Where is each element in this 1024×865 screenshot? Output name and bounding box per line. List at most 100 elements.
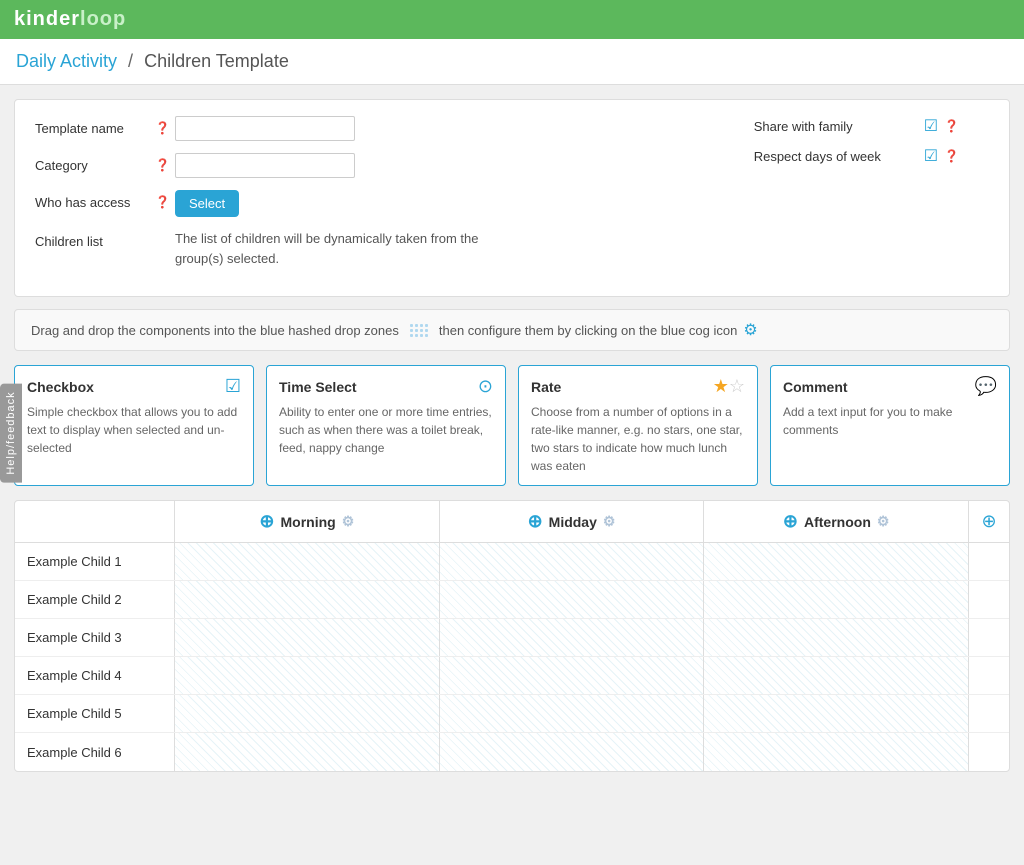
component-card-time-select: Time Select ⊙ Ability to enter one or mo… — [266, 365, 506, 486]
grid-cell-afternoon-4[interactable] — [704, 695, 969, 732]
respect-days-row: Respect days of week ☑ ❓ — [754, 146, 959, 166]
main-content: Template name ❓ Category ❓ Child Activit… — [0, 85, 1024, 786]
who-has-access-label: Who has access — [35, 190, 155, 210]
drag-instruction-text-before: Drag and drop the components into the bl… — [31, 323, 399, 338]
midday-label: Midday — [549, 514, 597, 530]
help-feedback-tab[interactable]: Help/feedback — [0, 383, 22, 482]
template-name-input-wrapper — [175, 116, 355, 141]
share-with-family-label: Share with family — [754, 119, 914, 134]
child-name-5: Example Child 6 — [15, 733, 175, 771]
add-morning-button[interactable]: ⊕ — [259, 511, 274, 532]
morning-settings-icon[interactable]: ⚙ — [342, 513, 355, 530]
children-list-text: The list of children will be dynamically… — [175, 229, 515, 268]
component-header-1: Time Select ⊙ — [279, 376, 493, 397]
component-desc-2: Choose from a number of options in a rat… — [531, 403, 745, 475]
child-name-3: Example Child 4 — [15, 657, 175, 694]
drag-instruction-text-after: then configure them by clicking on the b… — [439, 323, 737, 338]
component-header-2: Rate ★☆ — [531, 376, 745, 397]
table-row: Example Child 4 — [15, 657, 1009, 695]
grid-cell-add-5 — [969, 733, 1009, 771]
grid-cell-midday-2[interactable] — [440, 619, 705, 656]
grid-cell-add-2 — [969, 619, 1009, 656]
component-title-0: Checkbox — [27, 379, 94, 395]
children-list-row: Children list The list of children will … — [35, 229, 754, 268]
grid-col-morning: ⊕ Morning ⚙ — [175, 501, 440, 542]
form-right: Share with family ☑ ❓ Respect days of we… — [754, 116, 989, 280]
afternoon-label: Afternoon — [804, 514, 871, 530]
select-button[interactable]: Select — [175, 190, 239, 217]
grid-cell-midday-1[interactable] — [440, 581, 705, 618]
template-name-label: Template name — [35, 116, 155, 136]
component-card-rate: Rate ★☆ Choose from a number of options … — [518, 365, 758, 486]
component-desc-1: Ability to enter one or more time entrie… — [279, 403, 493, 457]
grid-cell-morning-5[interactable] — [175, 733, 440, 771]
grid-cell-add-0 — [969, 543, 1009, 580]
grid-cell-afternoon-3[interactable] — [704, 657, 969, 694]
cog-icon: ⚙ — [743, 320, 757, 340]
grid-cell-add-1 — [969, 581, 1009, 618]
grid-cell-afternoon-0[interactable] — [704, 543, 969, 580]
components-section: Checkbox ☑ Simple checkbox that allows y… — [14, 365, 1010, 486]
grid-cell-add-3 — [969, 657, 1009, 694]
grid-col-afternoon: ⊕ Afternoon ⚙ — [704, 501, 969, 542]
breadcrumb-daily-activity[interactable]: Daily Activity — [16, 51, 117, 71]
grid-cell-midday-3[interactable] — [440, 657, 705, 694]
grid-section: ⊕ Morning ⚙ ⊕ Midday ⚙ ⊕ Afternoon ⚙ — [14, 500, 1010, 772]
component-header-0: Checkbox ☑ — [27, 376, 241, 397]
drag-dots-icon — [409, 323, 429, 337]
grid-cell-morning-3[interactable] — [175, 657, 440, 694]
midday-settings-icon[interactable]: ⚙ — [603, 513, 616, 530]
who-has-access-row: Who has access ❓ Select — [35, 190, 754, 217]
grid-cell-morning-2[interactable] — [175, 619, 440, 656]
grid-cell-morning-1[interactable] — [175, 581, 440, 618]
child-name-4: Example Child 5 — [15, 695, 175, 732]
grid-header-row: ⊕ Morning ⚙ ⊕ Midday ⚙ ⊕ Afternoon ⚙ — [15, 501, 1009, 543]
children-list-label: Children list — [35, 229, 155, 249]
table-row: Example Child 2 — [15, 581, 1009, 619]
children-list-help-icon — [155, 229, 175, 234]
template-name-input[interactable] — [175, 116, 355, 141]
respect-days-label: Respect days of week — [754, 149, 914, 164]
template-name-row: Template name ❓ — [35, 116, 754, 141]
component-header-3: Comment 💬 — [783, 376, 997, 397]
grid-cell-midday-4[interactable] — [440, 695, 705, 732]
add-column-button[interactable]: ⊕ — [969, 501, 1009, 542]
grid-label-col-header — [15, 501, 175, 542]
time-select-icon: ⊙ — [478, 376, 493, 397]
category-help-icon: ❓ — [155, 153, 175, 172]
checkbox-icon: ☑ — [225, 376, 241, 397]
who-has-access-help-icon: ❓ — [155, 190, 175, 209]
grid-cell-midday-5[interactable] — [440, 733, 705, 771]
breadcrumb: Daily Activity / Children Template — [0, 39, 1024, 85]
grid-cell-afternoon-5[interactable] — [704, 733, 969, 771]
component-desc-3: Add a text input for you to make comment… — [783, 403, 997, 439]
rate-icon: ★☆ — [713, 376, 745, 397]
respect-days-checkbox[interactable]: ☑ — [924, 146, 938, 166]
share-with-family-help-icon: ❓ — [944, 119, 959, 133]
category-input[interactable]: Child Activity — [175, 153, 355, 178]
breadcrumb-separator: / — [128, 51, 133, 71]
category-label: Category — [35, 153, 155, 173]
table-row: Example Child 3 — [15, 619, 1009, 657]
form-upper: Template name ❓ Category ❓ Child Activit… — [35, 116, 989, 280]
grid-cell-midday-0[interactable] — [440, 543, 705, 580]
share-with-family-checkbox[interactable]: ☑ — [924, 116, 938, 136]
grid-cell-afternoon-2[interactable] — [704, 619, 969, 656]
component-desc-0: Simple checkbox that allows you to add t… — [27, 403, 241, 457]
logo: kinderloop — [14, 8, 126, 31]
afternoon-settings-icon[interactable]: ⚙ — [877, 513, 890, 530]
grid-col-midday: ⊕ Midday ⚙ — [440, 501, 705, 542]
component-title-3: Comment — [783, 379, 848, 395]
grid-cell-add-4 — [969, 695, 1009, 732]
component-card-checkbox: Checkbox ☑ Simple checkbox that allows y… — [14, 365, 254, 486]
form-card: Template name ❓ Category ❓ Child Activit… — [14, 99, 1010, 297]
add-midday-button[interactable]: ⊕ — [528, 511, 543, 532]
grid-cell-morning-4[interactable] — [175, 695, 440, 732]
add-afternoon-button[interactable]: ⊕ — [783, 511, 798, 532]
form-left: Template name ❓ Category ❓ Child Activit… — [35, 116, 754, 280]
grid-cell-morning-0[interactable] — [175, 543, 440, 580]
share-with-family-row: Share with family ☑ ❓ — [754, 116, 959, 136]
child-name-2: Example Child 3 — [15, 619, 175, 656]
grid-cell-afternoon-1[interactable] — [704, 581, 969, 618]
category-input-wrapper: Child Activity — [175, 153, 355, 178]
